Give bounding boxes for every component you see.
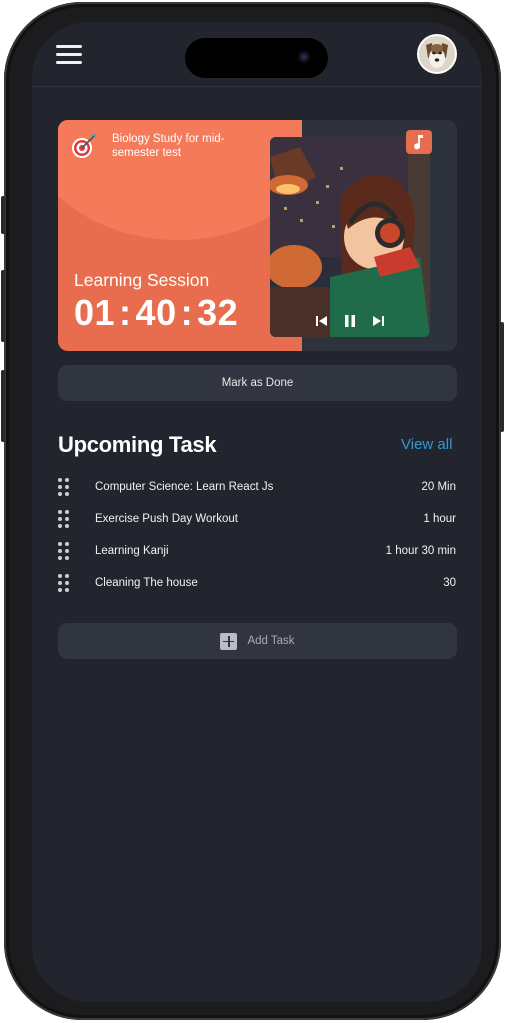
add-task-label: Add Task xyxy=(247,635,295,647)
timer-hours: 01 xyxy=(74,292,116,333)
timer-separator: : xyxy=(180,292,194,333)
plus-icon xyxy=(220,632,238,650)
task-duration: 30 xyxy=(443,577,456,589)
drag-handle-icon[interactable] xyxy=(58,478,70,498)
app-screen: Biology Study for mid-semester test Lear… xyxy=(32,22,482,1002)
learning-session-card: Biology Study for mid-semester test Lear… xyxy=(58,120,457,351)
task-duration: 1 hour 30 min xyxy=(385,545,456,557)
phone-frame: Biology Study for mid-semester test Lear… xyxy=(4,2,501,1020)
timer-separator: : xyxy=(119,292,132,333)
music-note-icon xyxy=(414,135,423,150)
task-duration: 20 Min xyxy=(421,481,456,493)
drag-handle-icon[interactable] xyxy=(58,542,70,562)
task-title: Learning Kanji xyxy=(95,545,169,557)
upcoming-task-title: Upcoming Task xyxy=(58,432,217,457)
task-row[interactable]: Computer Science: Learn React Js 20 Min xyxy=(58,477,457,499)
power-button xyxy=(500,322,504,432)
task-row[interactable]: Learning Kanji 1 hour 30 min xyxy=(58,541,457,563)
drag-handle-icon[interactable] xyxy=(58,510,70,530)
timer-seconds: 32 xyxy=(197,292,239,333)
session-panel: Biology Study for mid-semester test Lear… xyxy=(58,120,302,351)
skip-previous-icon[interactable] xyxy=(315,314,329,332)
camera-icon xyxy=(298,51,310,63)
music-note-button[interactable] xyxy=(406,130,432,154)
skip-next-icon[interactable] xyxy=(371,314,385,332)
dynamic-island xyxy=(185,38,328,78)
task-title: Exercise Push Day Workout xyxy=(95,513,238,525)
media-controls xyxy=(270,309,430,337)
task-title: Cleaning The house xyxy=(95,577,198,589)
session-timer: 01:40:32 xyxy=(74,292,238,334)
avatar[interactable] xyxy=(419,36,455,72)
header-divider xyxy=(32,86,482,87)
target-dart-icon xyxy=(72,134,96,158)
task-row[interactable]: Cleaning The house 30 xyxy=(58,573,457,595)
add-task-button[interactable]: Add Task xyxy=(58,623,457,659)
volume-up-button xyxy=(1,270,5,342)
pause-icon[interactable] xyxy=(343,314,357,333)
drag-handle-icon[interactable] xyxy=(58,574,70,594)
session-label: Learning Session xyxy=(74,270,210,290)
dog-avatar-icon xyxy=(419,36,455,72)
music-album-art xyxy=(270,137,430,337)
task-row[interactable]: Exercise Push Day Workout 1 hour xyxy=(58,509,457,531)
timer-minutes: 40 xyxy=(135,292,177,333)
hamburger-menu-icon[interactable] xyxy=(56,44,84,66)
mark-as-done-button[interactable]: Mark as Done xyxy=(58,365,457,401)
task-duration: 1 hour xyxy=(423,513,456,525)
view-all-link[interactable]: View all xyxy=(401,436,452,453)
silent-switch xyxy=(1,196,5,234)
task-title: Computer Science: Learn React Js xyxy=(95,481,274,493)
volume-down-button xyxy=(1,370,5,442)
session-task-name: Biology Study for mid-semester test xyxy=(112,133,225,159)
lofi-girl-illustration xyxy=(270,137,430,337)
